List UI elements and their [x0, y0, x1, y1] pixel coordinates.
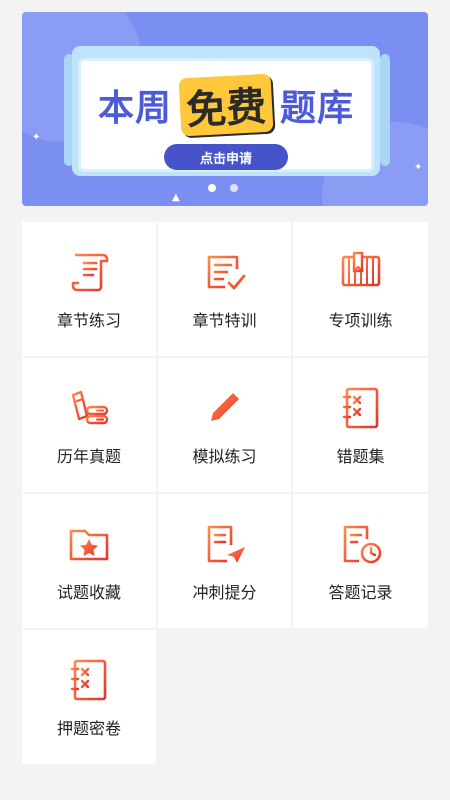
tile-label: 历年真题: [56, 447, 121, 466]
star-folder-icon: [69, 529, 109, 561]
sparkle-icon: ✦: [32, 132, 41, 143]
sparkle-icon: ▲: [172, 192, 180, 203]
carousel-dots: [208, 184, 238, 192]
tile-label: 错题集: [336, 447, 385, 466]
feature-grid: 章节练习 章节特训 专项训练 历年真题 模拟练习 错题集 试题收藏 冲刺提分 答…: [22, 222, 428, 764]
scroll-roll-right: [380, 54, 390, 166]
tile-label: 押题密卷: [56, 719, 121, 738]
tile-past-exams[interactable]: 历年真题: [22, 358, 156, 492]
tile-mock-practice[interactable]: 模拟练习: [158, 358, 291, 492]
mistakes-notebook-icon: [342, 387, 378, 429]
carousel-dot[interactable]: [230, 184, 238, 192]
tile-label: 答题记录: [328, 583, 393, 602]
tile-label: 试题收藏: [56, 583, 121, 602]
tile-sprint[interactable]: 冲刺提分: [158, 494, 291, 628]
tile-label: 章节特训: [192, 311, 257, 330]
scroll-document-icon: [71, 253, 109, 292]
carousel-dot-active[interactable]: [208, 184, 216, 192]
checklist-icon: [207, 255, 245, 290]
tile-secret-papers[interactable]: 押题密卷: [22, 630, 156, 764]
banner-title: 本周 免费 题库: [78, 70, 374, 140]
paper-plane-doc-icon: [207, 525, 245, 563]
tile-chapter-practice[interactable]: 章节练习: [22, 222, 156, 356]
pencil-lines-icon: [205, 393, 244, 427]
tile-answer-records[interactable]: 答题记录: [293, 494, 428, 628]
book-stack-icon: [341, 251, 380, 287]
tile-special-training[interactable]: 专项训练: [293, 222, 428, 356]
banner-title-left: 本周: [97, 88, 172, 129]
tile-mistakes[interactable]: 错题集: [293, 358, 428, 492]
home-page: 本周 免费 题库 点击申请 ✦ ▲ ✦ 章节练习 章节特训 专项训练 历年真题 …: [0, 0, 450, 800]
apply-button[interactable]: 点击申请: [164, 144, 288, 170]
tile-favorites[interactable]: 试题收藏: [22, 494, 156, 628]
sparkle-icon: ✦: [414, 162, 423, 173]
archive-files-icon: [71, 390, 109, 425]
tile-label: 专项训练: [328, 311, 393, 330]
promo-banner[interactable]: 本周 免费 题库 点击申请 ✦ ▲ ✦: [22, 12, 428, 206]
banner-title-right: 题库: [280, 88, 355, 129]
tile-label: 模拟练习: [192, 447, 257, 466]
clock-doc-icon: [343, 525, 381, 564]
tile-label: 冲刺提分: [192, 583, 257, 602]
banner-title-highlight: 免费: [178, 73, 274, 137]
secret-paper-icon: [70, 659, 107, 701]
tile-label: 章节练习: [56, 311, 121, 330]
tile-chapter-training[interactable]: 章节特训: [158, 222, 291, 356]
